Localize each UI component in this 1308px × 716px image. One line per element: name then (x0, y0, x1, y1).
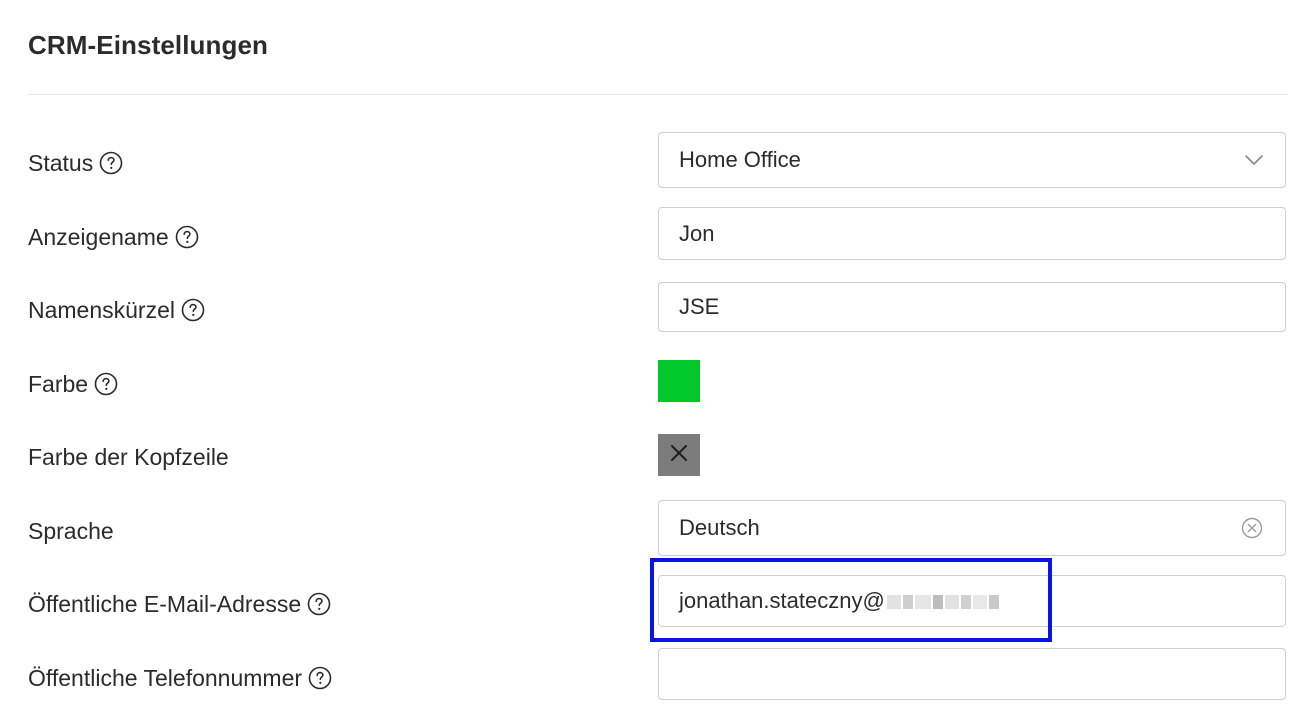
help-icon[interactable] (99, 151, 123, 175)
header-color-label-row: Farbe der Kopfzeile (28, 442, 229, 472)
redacted-email-domain (886, 595, 999, 610)
header-color-label: Farbe der Kopfzeile (28, 443, 229, 470)
language-select[interactable]: Deutsch (658, 500, 1286, 556)
display-name-input[interactable]: Jon (658, 207, 1286, 260)
display-name-label: Anzeigename (28, 223, 169, 250)
display-name-value: Jon (679, 220, 715, 246)
crm-settings-page: CRM-Einstellungen Status Home Office Anz… (0, 0, 1308, 716)
page-title: CRM-Einstellungen (28, 30, 269, 60)
header-color-picker-swatch[interactable] (658, 434, 700, 476)
language-selected-value: Deutsch (679, 515, 760, 540)
language-label: Sprache (28, 517, 114, 544)
help-icon[interactable] (175, 225, 199, 249)
public-phone-label-row: Öffentliche Telefonnummer (28, 663, 332, 693)
initials-input[interactable]: JSE (658, 282, 1286, 332)
help-icon[interactable] (308, 666, 332, 690)
public-phone-input[interactable] (658, 648, 1286, 700)
public-phone-label: Öffentliche Telefonnummer (28, 664, 303, 691)
initials-value: JSE (679, 294, 720, 319)
status-selected-value: Home Office (679, 147, 801, 172)
color-label: Farbe (28, 370, 89, 397)
status-label-row: Status (28, 148, 123, 178)
language-label-row: Sprache (28, 516, 114, 546)
initials-label: Namenskürzel (28, 296, 175, 323)
chevron-down-icon[interactable] (1241, 147, 1267, 173)
status-label: Status (28, 149, 94, 176)
public-email-label: Öffentliche E-Mail-Adresse (28, 590, 302, 617)
public-email-label-row: Öffentliche E-Mail-Adresse (28, 589, 331, 619)
initials-label-row: Namenskürzel (28, 295, 205, 325)
title-divider (28, 94, 1288, 95)
color-label-row: Farbe (28, 369, 118, 399)
public-email-input[interactable]: jonathan.stateczny@ (658, 575, 1286, 627)
display-name-label-row: Anzeigename (28, 222, 199, 252)
color-picker-swatch[interactable] (658, 360, 700, 402)
public-email-value: jonathan.stateczny@ (679, 588, 1285, 614)
help-icon[interactable] (181, 298, 205, 322)
help-icon[interactable] (94, 372, 118, 396)
clear-circle-icon[interactable] (1239, 515, 1265, 541)
close-icon (670, 444, 688, 467)
help-icon[interactable] (307, 592, 331, 616)
status-select[interactable]: Home Office (658, 132, 1286, 188)
public-email-text: jonathan.stateczny@ (679, 588, 885, 613)
